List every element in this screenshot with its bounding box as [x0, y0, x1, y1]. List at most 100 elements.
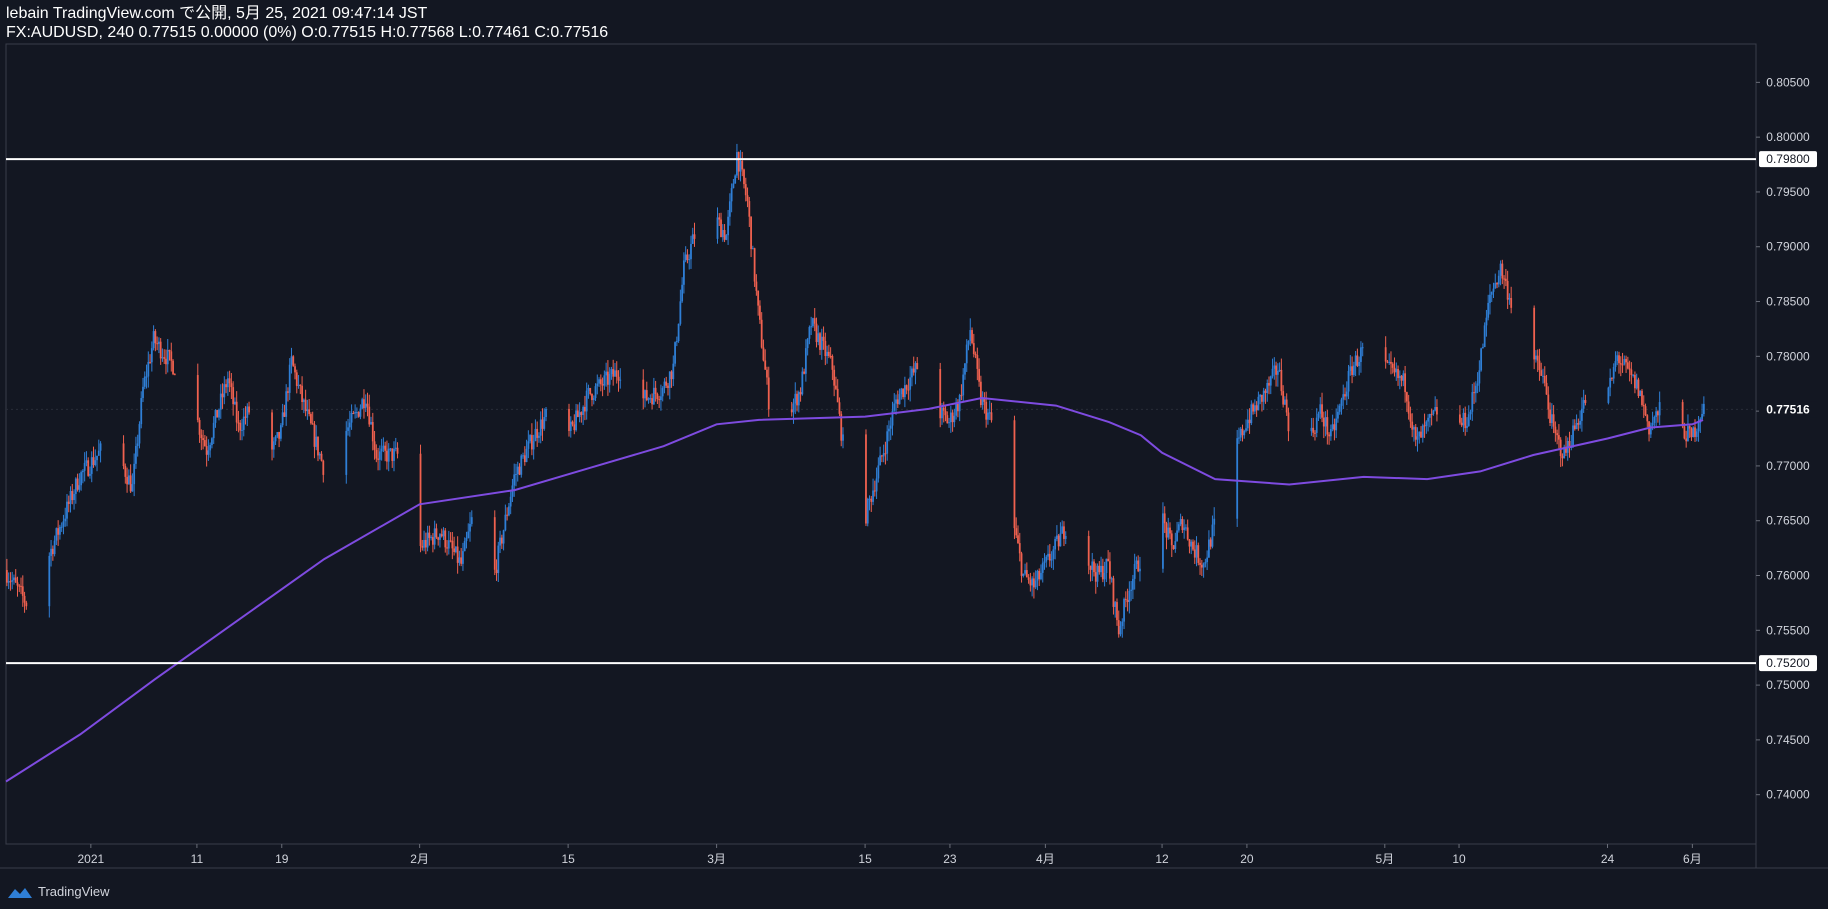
candle-body [20, 585, 22, 587]
candle-body [884, 453, 887, 455]
candle-body [18, 585, 21, 587]
candle-body [377, 458, 379, 460]
candle-body [812, 318, 814, 327]
candle-body [541, 419, 544, 429]
candle-body [1510, 298, 1513, 308]
candle-body [804, 348, 807, 374]
candle-body [156, 343, 159, 345]
candle-body [196, 375, 199, 421]
candle-body [159, 341, 162, 359]
candle-body [1033, 578, 1035, 588]
candle-body [165, 358, 167, 365]
candle-body [817, 333, 820, 343]
candle-body [1687, 426, 1689, 442]
time-tick-label: 12 [1155, 852, 1169, 866]
candle-body [504, 514, 507, 531]
candle-body [1466, 425, 1468, 429]
candle-body [727, 216, 729, 236]
candle-body [750, 216, 752, 250]
candle-body [1018, 543, 1021, 554]
candle-body [25, 602, 28, 607]
candle-body [423, 539, 425, 548]
candle-body [1310, 427, 1313, 432]
candle-body [1430, 413, 1433, 415]
candle-body [1694, 427, 1696, 437]
candle-body [737, 152, 740, 172]
candle-body [734, 175, 737, 184]
candle-body [430, 537, 433, 539]
candle-body [1013, 420, 1016, 529]
candle-body [826, 351, 828, 357]
candle-body [288, 364, 291, 393]
candle-body [1331, 424, 1334, 430]
candle-body [1407, 401, 1410, 414]
candle-body [502, 530, 505, 544]
candle-body [964, 363, 966, 375]
candle-body [1393, 367, 1396, 373]
candle-body [1209, 539, 1212, 547]
candle-body [94, 460, 97, 465]
candle-body [1041, 562, 1044, 573]
candle-body [1139, 568, 1141, 572]
candle-body [1497, 275, 1500, 285]
candle-body [1556, 433, 1559, 436]
candle-body [1124, 598, 1127, 600]
candle-body [571, 421, 574, 425]
candle-body [803, 371, 806, 374]
candle-body [743, 169, 745, 185]
candle-body [1252, 404, 1254, 412]
candle-body [216, 410, 219, 418]
candle-body [465, 537, 468, 542]
candle-body [1337, 411, 1339, 419]
candle-body [1176, 530, 1178, 542]
candle-body [170, 351, 173, 361]
candle-body [693, 234, 696, 239]
candle-body [797, 392, 800, 406]
candle-body [746, 195, 749, 202]
candle-body [297, 384, 300, 386]
candle-body [948, 422, 950, 424]
candle-body [1471, 392, 1474, 412]
time-axis[interactable]: 2021 11 19 2月 15 3月 15 23 4月 12 20 5月 10 24 6月 [77, 844, 1702, 866]
candle-body [587, 387, 590, 391]
candle-body [1549, 409, 1551, 424]
candle-body [64, 518, 67, 522]
candle-body [5, 570, 8, 583]
candle-body [1096, 565, 1099, 582]
candle-body [221, 393, 224, 398]
candle-body [525, 448, 528, 463]
candle-body [728, 201, 731, 217]
candle-body [748, 201, 751, 217]
candle-body [1123, 598, 1125, 622]
candle-body [1421, 425, 1424, 438]
price-axis[interactable]: 0.80500 0.80000 0.79500 0.79000 0.78500 0.780… [1756, 75, 1817, 802]
candle-body [596, 383, 599, 387]
candle-body [135, 445, 137, 464]
candle-body [1623, 358, 1626, 365]
candle-body [686, 254, 689, 260]
candle-body [23, 595, 26, 603]
candle-body [969, 330, 972, 341]
candle-body [158, 341, 160, 345]
candle-body [230, 383, 233, 388]
candle-body [48, 555, 51, 607]
candle-body [808, 327, 811, 339]
candle-body [1064, 536, 1067, 539]
candle-body [518, 466, 521, 475]
candle-body [990, 412, 993, 421]
candle-body [539, 419, 542, 436]
candle-body [1554, 426, 1557, 434]
candle-body [1169, 527, 1171, 534]
candle-body [394, 447, 397, 449]
candle-body [670, 371, 673, 380]
candle-body [866, 498, 869, 524]
candle-body [200, 434, 203, 439]
candle-body [827, 351, 830, 356]
candle-body [354, 412, 357, 414]
candle-body [1177, 524, 1180, 531]
candle-body [470, 517, 473, 524]
candle-body [209, 445, 212, 451]
price-chart[interactable]: 0.79800 0.75200 0.80500 0.80000 0.79500 0.79… [0, 0, 1828, 909]
candle-body [1100, 565, 1102, 573]
candle-body [226, 378, 229, 388]
